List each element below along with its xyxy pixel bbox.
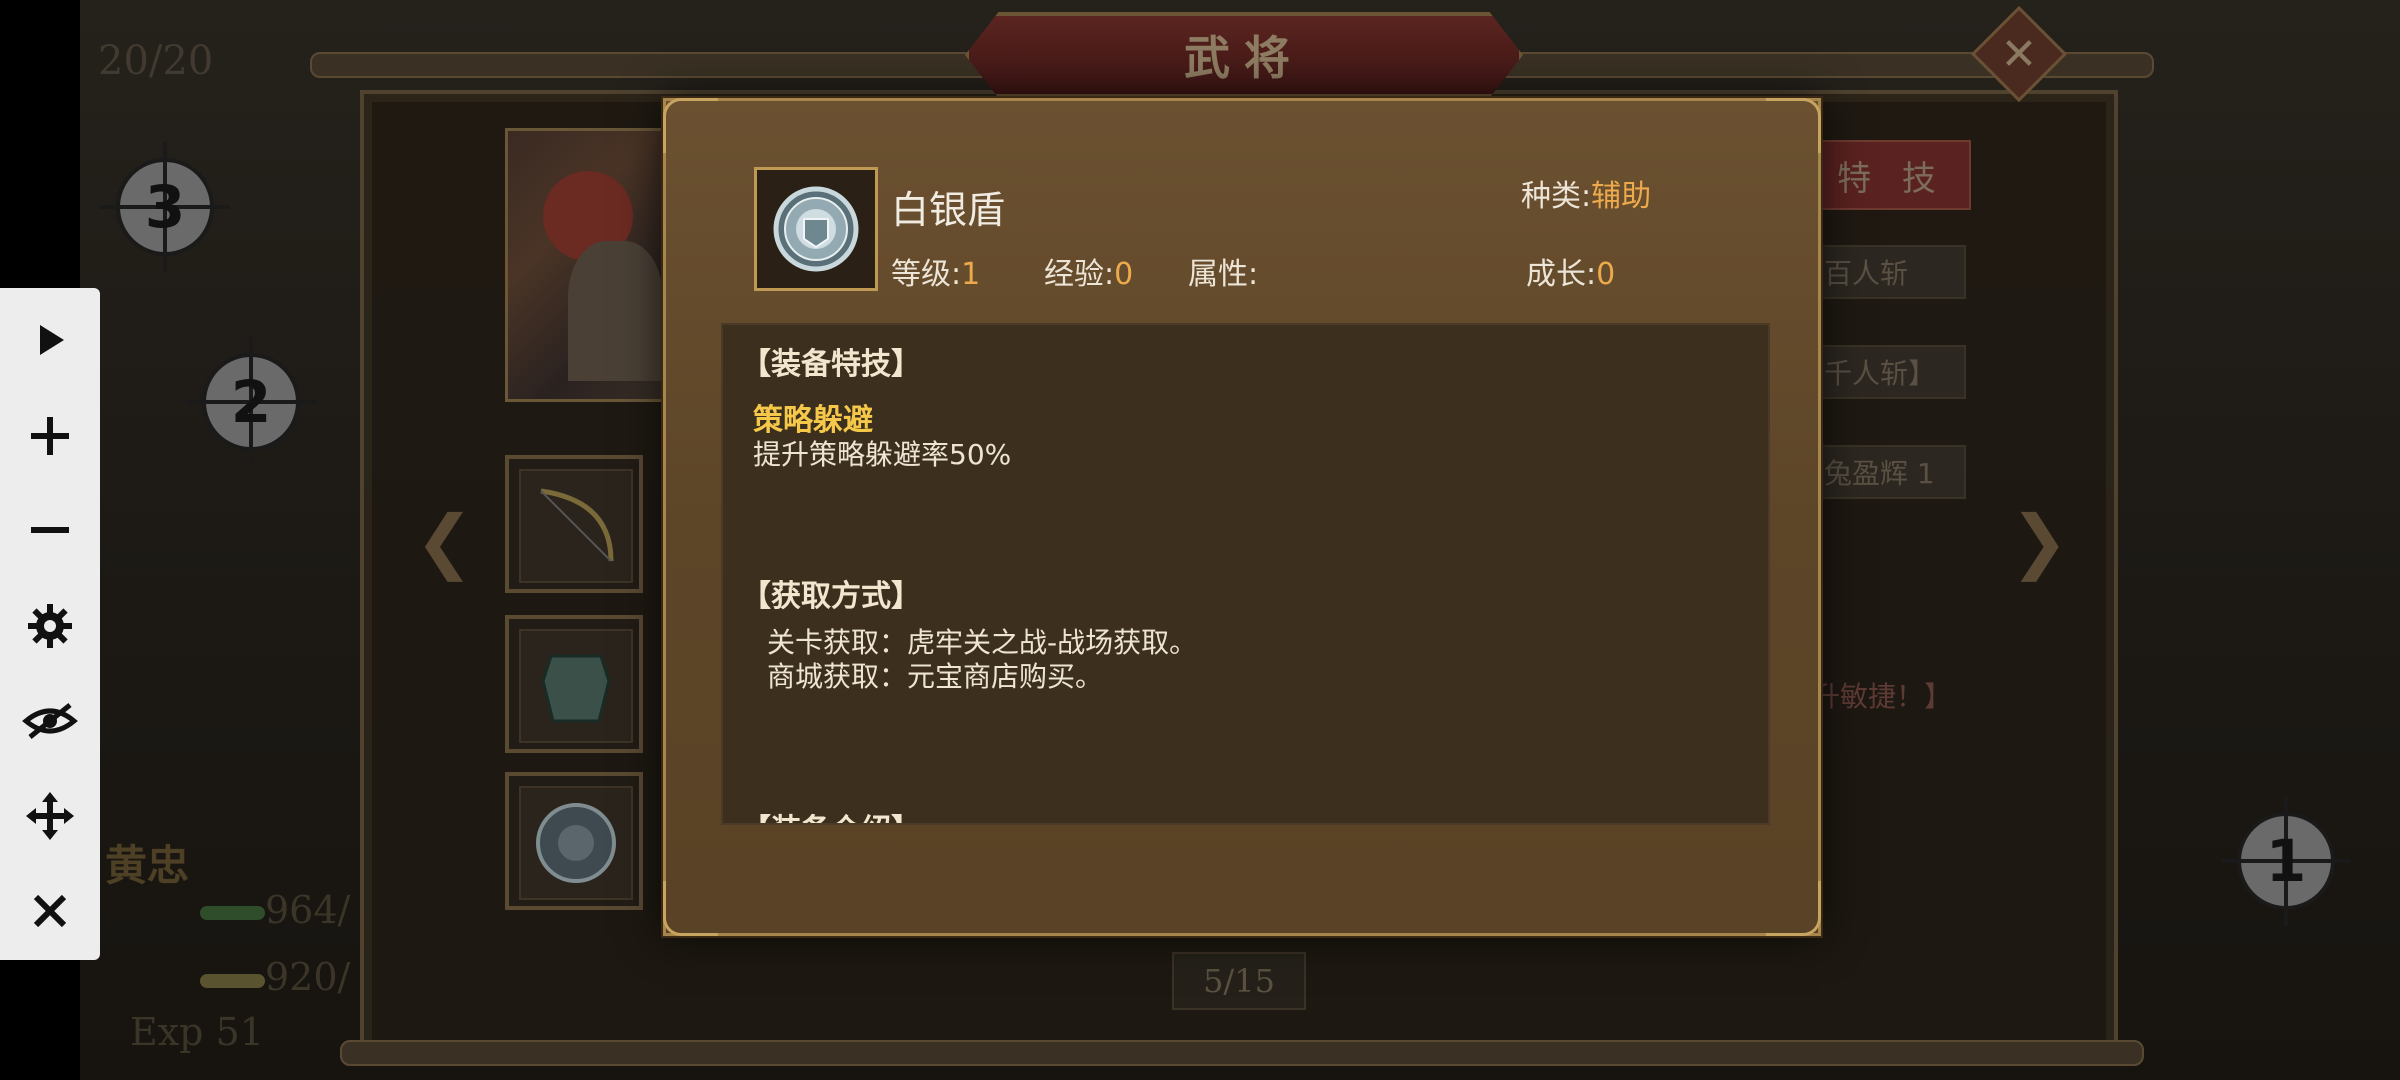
minus-icon[interactable] (0, 490, 100, 570)
silver-shield-icon (773, 186, 859, 272)
skill-note: 升敏捷！】 (1812, 680, 1953, 713)
hero-hp-bar (200, 906, 265, 920)
skill-list-item[interactable]: 兔盈辉 1 (1812, 445, 1966, 499)
corner-ornament (663, 98, 718, 153)
corner-ornament (1766, 881, 1821, 936)
item-name: 白银盾 (891, 188, 1006, 232)
hero-exp: Exp 51 (130, 1010, 264, 1054)
acquisition-source: 商城获取：元宝商店购买。 (767, 660, 1104, 693)
shield-icon (519, 786, 633, 900)
next-general-arrow-icon[interactable]: ❯ (2010, 500, 2069, 582)
floating-toolbar (0, 288, 100, 960)
corner-ornament (1766, 98, 1821, 153)
equipment-intro-section-title: 【装备介绍】 (741, 805, 921, 823)
window-bottom-rail (340, 1040, 2144, 1066)
equipment-slot-armor[interactable] (505, 615, 643, 753)
skill-list-item[interactable]: 百人斩 (1812, 245, 1966, 299)
play-icon[interactable] (0, 300, 100, 380)
item-type: 种类:辅助 (1521, 179, 1652, 214)
item-exp: 经验:0 (1044, 257, 1134, 292)
touch-target-1[interactable]: 1 (2221, 796, 2351, 926)
acquisition-section-title: 【获取方式】 (741, 579, 921, 614)
touch-target-2[interactable]: 2 (186, 337, 316, 467)
close-icon: ✕ (2000, 28, 2038, 80)
close-icon[interactable] (0, 871, 100, 951)
move-icon[interactable] (0, 776, 100, 856)
window-title-banner: 武将 (965, 12, 1523, 98)
hero-portrait[interactable] (505, 128, 676, 402)
item-attribute: 属性: (1188, 257, 1259, 292)
hero-mp-value: 920/ (265, 955, 351, 999)
page-indicator: 5/15 (1172, 952, 1306, 1010)
hero-name: 黄忠 (105, 841, 190, 890)
general-count: 20/20 (98, 38, 214, 84)
window-title: 武将 (1184, 31, 1304, 85)
tab-special-skills[interactable]: 特 技 (1812, 140, 1971, 210)
equipment-skill-section-title: 【装备特技】 (741, 347, 921, 382)
equipment-skill-description: 提升策略躲避率50% (753, 438, 1012, 471)
bow-icon (519, 469, 633, 583)
armor-icon (519, 629, 633, 743)
item-level: 等级:1 (891, 257, 981, 292)
corner-ornament (663, 881, 718, 936)
plus-icon[interactable] (0, 396, 100, 476)
hero-hp-value: 964/ (265, 888, 351, 932)
equipment-detail-dialog: 白银盾 种类:辅助 等级:1 经验:0 属性: 成长:0 【装备特技】 策略躲避… (663, 98, 1821, 936)
equipment-slot-weapon[interactable] (505, 455, 643, 593)
item-icon-frame (754, 167, 878, 291)
item-details-scroll[interactable]: 【装备特技】 策略躲避 提升策略躲避率50% 【获取方式】 关卡获取：虎牢关之战… (721, 323, 1770, 825)
eye-off-icon[interactable] (0, 681, 100, 761)
item-growth: 成长:0 (1526, 257, 1616, 292)
hero-mp-bar (200, 974, 265, 988)
gear-icon[interactable] (0, 586, 100, 666)
previous-general-arrow-icon[interactable]: ❮ (415, 500, 474, 582)
skill-list-item[interactable]: 千人斩】 (1812, 345, 1966, 399)
equipment-slot-accessory[interactable] (505, 772, 643, 910)
touch-target-3[interactable]: 3 (100, 142, 230, 272)
